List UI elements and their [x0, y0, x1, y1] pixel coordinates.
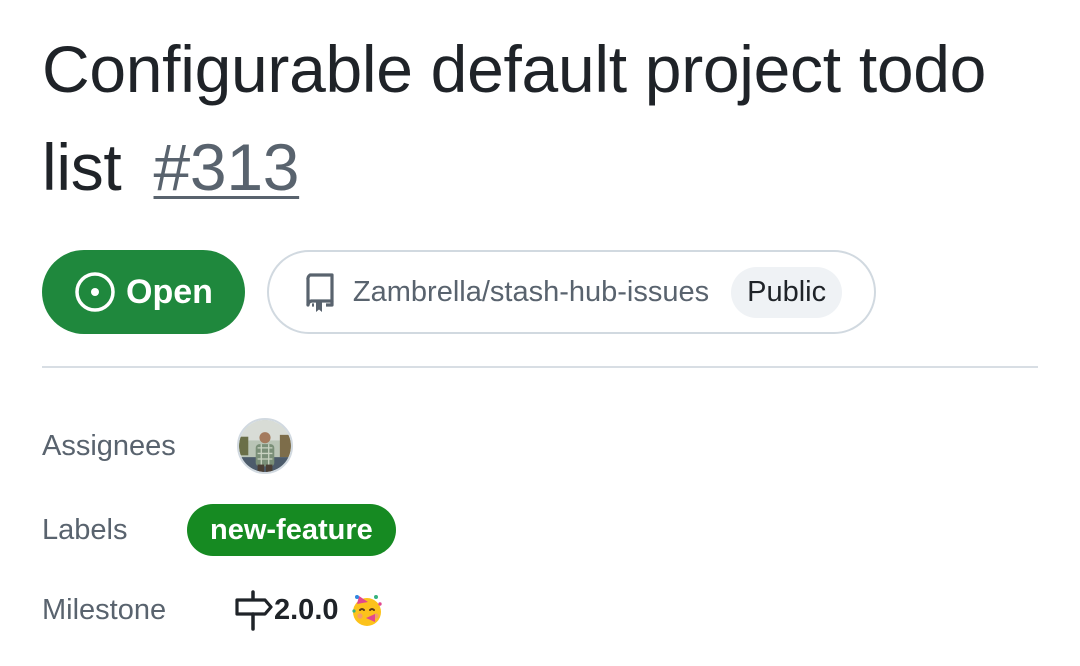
labels-label: Labels — [42, 513, 128, 546]
repo-icon — [303, 271, 337, 313]
milestone-label: Milestone — [42, 593, 167, 626]
issue-opened-icon — [74, 271, 116, 313]
assignees-row: Assignees — [42, 418, 293, 474]
issue-title: Configurable default project todo list #… — [42, 0, 1038, 216]
issue-header: Configurable default project todo list #… — [42, 0, 1038, 376]
assignees-label: Assignees — [42, 429, 176, 462]
milestone-link[interactable]: 2.0.0 — [232, 589, 385, 631]
avatar[interactable] — [237, 418, 293, 474]
issue-state-badge: Open — [42, 250, 245, 334]
partying-face-icon — [349, 592, 385, 628]
issue-state-label: Open — [126, 272, 213, 311]
milestone-title: 2.0.0 — [274, 593, 339, 626]
milestone-row: Milestone 2.0.0 — [42, 589, 385, 631]
repository-name: Zambrella/stash-hub-issues — [352, 275, 710, 308]
labels-row: Labels new-feature — [42, 504, 396, 556]
issue-number-link[interactable]: #313 — [154, 130, 300, 204]
divider — [42, 366, 1038, 368]
repository-link[interactable]: Zambrella/stash-hub-issues Public — [266, 250, 877, 334]
visibility-badge: Public — [731, 266, 843, 318]
issue-meta-row: Open Zambrella/stash-hub-issues Public — [42, 250, 1038, 334]
label-new-feature[interactable]: new-feature — [187, 504, 396, 556]
milestone-icon — [232, 589, 274, 631]
